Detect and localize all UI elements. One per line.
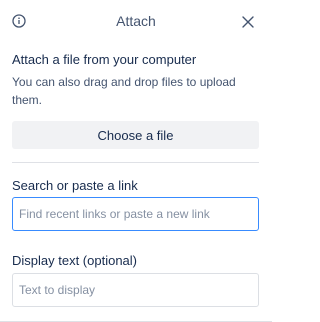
upload-helper-text: You can also drag and drop files to uplo…	[12, 75, 236, 107]
display-text-input[interactable]	[12, 273, 259, 307]
choose-file-button[interactable]: Choose a file	[12, 121, 259, 149]
display-text-label: Display text (optional)	[12, 253, 137, 268]
link-search-input[interactable]	[12, 197, 259, 231]
attach-dialog: Attach Attach a file from your computer …	[0, 0, 272, 322]
section-divider	[12, 162, 259, 163]
upload-heading: Attach a file from your computer	[12, 52, 197, 67]
dialog-title: Attach	[116, 13, 156, 29]
link-label: Search or paste a link	[12, 178, 138, 193]
dialog-header: Attach	[0, 0, 272, 44]
close-icon[interactable]	[242, 15, 254, 28]
